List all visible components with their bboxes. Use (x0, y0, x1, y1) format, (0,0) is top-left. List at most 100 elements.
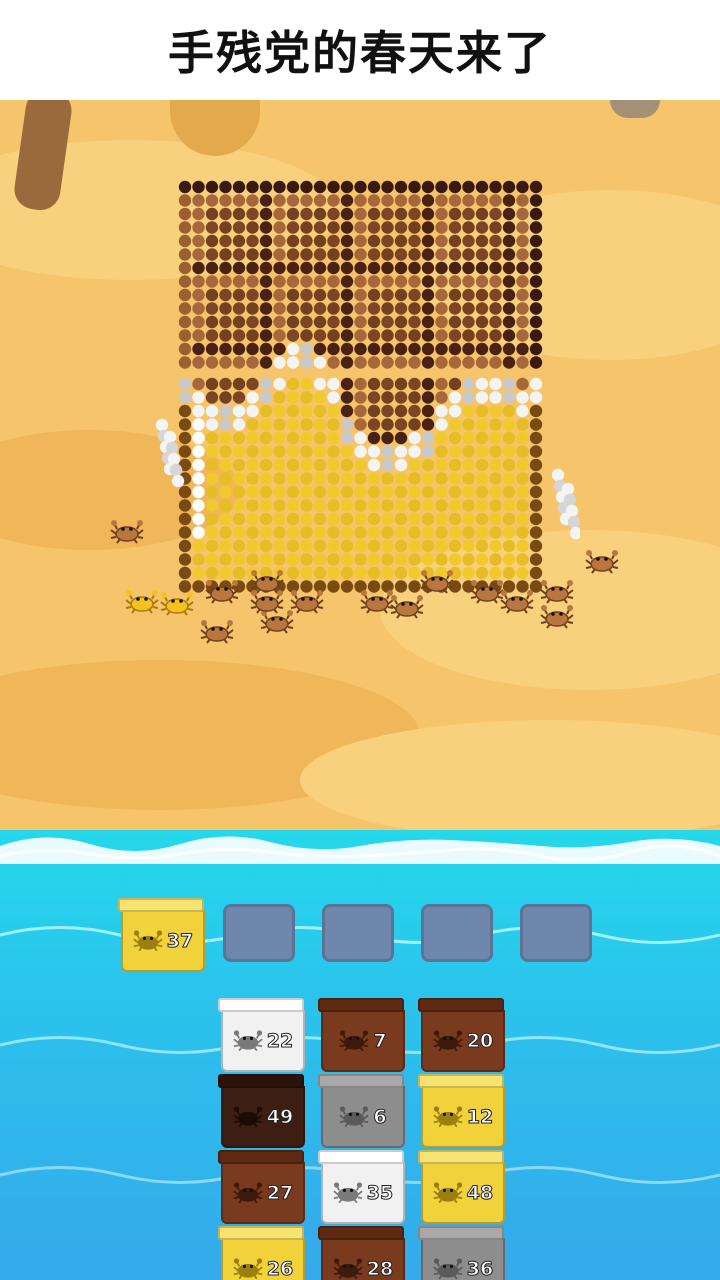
bead (273, 526, 286, 539)
crab-icon (200, 620, 234, 644)
bead (205, 526, 219, 539)
bead (205, 302, 219, 315)
bead (475, 377, 489, 391)
bead (327, 526, 340, 539)
bead (327, 261, 340, 275)
bead (205, 391, 219, 404)
bead (354, 302, 367, 315)
bead (300, 329, 313, 342)
bead (475, 445, 489, 458)
bead (435, 329, 448, 342)
bead (435, 377, 448, 391)
bead (408, 302, 421, 315)
bead (448, 377, 462, 391)
crab-icon (339, 1106, 370, 1128)
crab-box[interactable]: 28 (318, 1226, 405, 1280)
bead (219, 288, 232, 302)
crab-box[interactable]: 26 (218, 1226, 305, 1280)
bead (205, 539, 219, 553)
filled-slot-box[interactable]: 37 (118, 898, 205, 972)
bead (192, 180, 205, 194)
bead (516, 302, 529, 315)
crab-icon (433, 1258, 463, 1280)
box-rim (318, 1150, 404, 1164)
crab-box[interactable]: 12 (418, 1074, 505, 1148)
bead (421, 302, 435, 315)
bead (448, 458, 462, 472)
bead (192, 404, 205, 418)
bead (246, 221, 259, 234)
box-body: 7 (321, 1010, 405, 1072)
crab-box[interactable]: 22 (218, 998, 305, 1072)
crab-box[interactable]: 36 (418, 1226, 505, 1280)
bead (273, 356, 286, 369)
bead (340, 234, 354, 248)
bead (421, 248, 435, 261)
crab-box[interactable]: 48 (418, 1150, 505, 1224)
crab-box[interactable]: 27 (218, 1150, 305, 1224)
bead (381, 391, 394, 404)
bead (219, 431, 232, 445)
crab-box[interactable]: 35 (318, 1150, 405, 1224)
bead (529, 377, 543, 391)
crab-icon (233, 1030, 263, 1052)
bead (178, 288, 192, 302)
bead (259, 458, 273, 472)
crab-box[interactable]: 49 (218, 1074, 305, 1148)
bead (502, 485, 516, 499)
bead (408, 288, 421, 302)
bead (219, 445, 232, 458)
bead (489, 356, 502, 369)
bead (286, 539, 300, 553)
bead (502, 418, 516, 431)
bead (219, 512, 232, 526)
bead (408, 248, 421, 261)
bead (421, 342, 435, 356)
bead (435, 418, 448, 431)
bead (259, 302, 273, 315)
bead (327, 404, 340, 418)
bead (259, 391, 273, 404)
bead (462, 261, 475, 275)
bead (178, 485, 192, 499)
bead (259, 194, 273, 207)
bead (475, 553, 489, 566)
bead (367, 194, 381, 207)
bead (232, 431, 246, 445)
bead (192, 580, 205, 593)
bead (259, 539, 273, 553)
bead (300, 553, 313, 566)
bead (327, 275, 340, 288)
bead (435, 526, 448, 539)
bead (300, 342, 313, 356)
bead (219, 418, 232, 431)
bead (448, 275, 462, 288)
bead (286, 302, 300, 315)
bead (178, 234, 192, 248)
bead (502, 315, 516, 329)
bead (408, 315, 421, 329)
bead (381, 404, 394, 418)
bead (178, 275, 192, 288)
bead (421, 472, 435, 485)
crab-icon (390, 595, 424, 619)
bead (529, 391, 543, 404)
empty-slot (223, 904, 295, 962)
bead (219, 404, 232, 418)
crab-box[interactable]: 7 (318, 998, 405, 1072)
bead (286, 526, 300, 539)
bead (435, 431, 448, 445)
crab-box[interactable]: 20 (418, 998, 505, 1072)
bead (246, 315, 259, 329)
bead (381, 445, 394, 458)
bead (475, 356, 489, 369)
bead (232, 194, 246, 207)
bead (516, 275, 529, 288)
bead (408, 207, 421, 221)
bead (462, 458, 475, 472)
bead (394, 431, 408, 445)
bead (273, 221, 286, 234)
crab-box[interactable]: 6 (318, 1074, 405, 1148)
bead (381, 288, 394, 302)
bead (502, 180, 516, 194)
